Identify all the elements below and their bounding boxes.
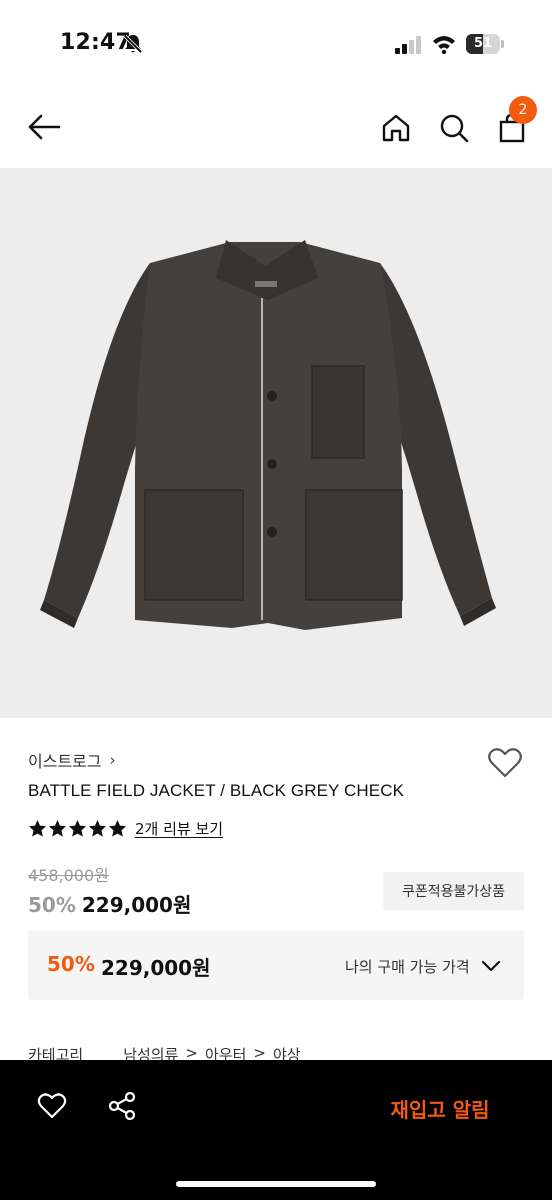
star-icon (28, 819, 47, 837)
chevron-right-icon: › (109, 751, 116, 769)
price-row: 50% 229,000원 (28, 889, 191, 918)
bottom-action-bar: 재입고 알림 (0, 1060, 552, 1200)
battery-indicator: 51 (466, 34, 504, 54)
discount-rate: 50% (28, 893, 76, 917)
arrow-left-icon (28, 114, 61, 140)
bottom-wishlist-button[interactable] (36, 1090, 68, 1122)
star-icon (48, 819, 67, 837)
star-icon (88, 819, 107, 837)
original-price: 458,000원 (28, 866, 109, 885)
wifi-icon (433, 36, 455, 54)
home-indicator (176, 1181, 376, 1187)
rating-stars (28, 819, 127, 838)
restock-alert-button[interactable]: 재입고 알림 (360, 1088, 520, 1128)
search-icon (440, 114, 469, 143)
brand-link[interactable]: 이스트로그 › (28, 748, 116, 772)
signal-icon (395, 36, 421, 54)
star-icon (108, 819, 127, 837)
brand-name: 이스트로그 (28, 752, 102, 771)
rating-row: 2개 리뷰 보기 (28, 818, 223, 839)
jacket-photo (40, 240, 496, 630)
jacket-right-pocket (305, 489, 403, 601)
my-price-box[interactable]: 50% 229,000원 나의 구매 가능 가격 (28, 930, 524, 1000)
home-button[interactable] (376, 108, 416, 148)
search-button[interactable] (434, 108, 474, 148)
status-bar: 12:47 51 (0, 0, 552, 90)
sale-price: 229,000원 (81, 893, 192, 917)
home-icon (382, 114, 410, 142)
jacket-chest-pocket (311, 365, 365, 459)
product-image[interactable] (0, 168, 552, 718)
back-button[interactable] (24, 107, 64, 147)
bell-off-icon (123, 34, 143, 54)
review-link[interactable]: 2개 리뷰 보기 (135, 818, 223, 839)
heart-icon (37, 1093, 67, 1119)
my-price: 229,000원 (101, 956, 211, 980)
app-header (0, 90, 552, 168)
star-icon (68, 819, 87, 837)
chevron-down-icon (481, 960, 501, 972)
coupon-badge: 쿠폰적용불가상품 (383, 872, 524, 910)
heart-icon (488, 748, 522, 778)
my-price-label: 나의 구매 가능 가격 (345, 958, 470, 976)
my-discount-rate: 50% (47, 952, 95, 976)
share-button[interactable] (106, 1090, 138, 1122)
share-icon (108, 1091, 136, 1121)
product-title: BATTLE FIELD JACKET / BLACK GREY CHECK (28, 781, 405, 800)
wishlist-button[interactable] (486, 744, 524, 782)
cart-count-badge: 2 (509, 96, 537, 124)
jacket-left-pocket (144, 489, 244, 601)
status-time: 12:47 (60, 30, 132, 55)
battery-level: 51 (473, 36, 493, 51)
